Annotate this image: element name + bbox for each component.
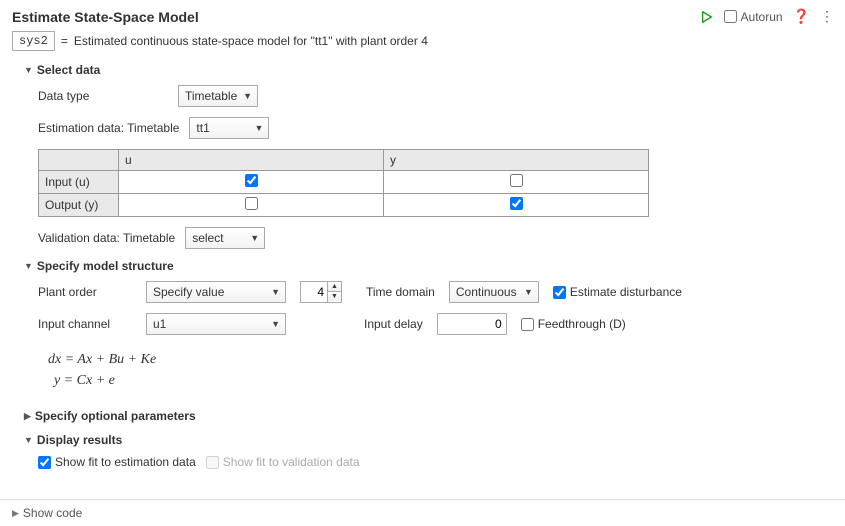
spinner-down-icon[interactable]: ▼ (328, 292, 341, 301)
triangle-down-icon: ▼ (24, 435, 33, 445)
output-y-checkbox[interactable] (510, 197, 523, 210)
spinner-up-icon[interactable]: ▲ (328, 282, 341, 292)
equation-y: y = Cx + e (48, 370, 833, 391)
data-type-select[interactable]: Timetable ▼ (178, 85, 258, 107)
input-delay-input[interactable] (437, 313, 507, 335)
equals-sign: = (61, 34, 68, 48)
input-channel-label: Input channel (38, 317, 132, 331)
triangle-down-icon: ▼ (24, 65, 33, 75)
run-icon[interactable] (700, 10, 714, 24)
section-header-display-results[interactable]: ▼ Display results (24, 433, 833, 447)
input-y-checkbox[interactable] (510, 174, 523, 187)
estimation-data-select[interactable]: tt1 ▼ (189, 117, 269, 139)
section-header-optional-params[interactable]: ▶ Specify optional parameters (24, 409, 833, 423)
show-fit-validation-input (206, 456, 219, 469)
time-domain-value: Continuous (456, 285, 517, 299)
show-code-toggle[interactable]: ▶ Show code (0, 500, 845, 526)
triangle-down-icon: ▼ (24, 261, 33, 271)
section-title: Display results (37, 433, 122, 447)
chevron-down-icon: ▼ (271, 287, 280, 297)
estimation-data-label: Estimation data: Timetable (38, 121, 179, 135)
show-fit-estimation-checkbox[interactable]: Show fit to estimation data (38, 455, 196, 469)
table-row-output-label: Output (y) (39, 194, 119, 217)
triangle-right-icon: ▶ (24, 411, 31, 422)
chevron-down-icon: ▼ (254, 123, 263, 133)
input-channel-select[interactable]: u1 ▼ (146, 313, 286, 335)
assignment-description: Estimated continuous state-space model f… (74, 34, 428, 48)
section-header-select-data[interactable]: ▼ Select data (24, 63, 833, 77)
output-u-checkbox[interactable] (245, 197, 258, 210)
state-space-equations: dx = Ax + Bu + Ke y = Cx + e (38, 345, 833, 399)
input-u-checkbox[interactable] (245, 174, 258, 187)
plant-order-input[interactable] (300, 281, 328, 303)
autorun-label: Autorun (741, 10, 783, 24)
validation-data-label: Validation data: Timetable (38, 231, 175, 245)
input-delay-label: Input delay (364, 317, 423, 331)
chevron-down-icon: ▼ (250, 233, 259, 243)
estimate-disturbance-input[interactable] (553, 286, 566, 299)
estimate-disturbance-checkbox[interactable]: Estimate disturbance (553, 285, 682, 299)
section-title: Specify optional parameters (35, 409, 196, 423)
data-type-label: Data type (38, 89, 168, 103)
show-code-label: Show code (23, 506, 82, 520)
time-domain-select[interactable]: Continuous ▼ (449, 281, 539, 303)
chevron-down-icon: ▼ (524, 287, 533, 297)
table-row-input-label: Input (u) (39, 171, 119, 194)
section-header-model-structure[interactable]: ▼ Specify model structure (24, 259, 833, 273)
table-corner (39, 150, 119, 171)
estimate-disturbance-label: Estimate disturbance (570, 285, 682, 299)
table-col-u: u (119, 150, 384, 171)
section-title: Specify model structure (37, 259, 174, 273)
output-variable-box[interactable]: sys2 (12, 31, 55, 51)
plant-order-mode-select[interactable]: Specify value ▼ (146, 281, 286, 303)
feedthrough-label: Feedthrough (D) (538, 317, 626, 331)
io-table: u y Input (u) Output (y) (38, 149, 649, 217)
estimation-data-value: tt1 (196, 121, 209, 135)
chevron-down-icon: ▼ (243, 91, 252, 101)
autorun-checkbox[interactable]: Autorun (724, 10, 783, 24)
input-channel-value: u1 (153, 317, 166, 331)
plant-order-label: Plant order (38, 285, 132, 299)
show-fit-estimation-input[interactable] (38, 456, 51, 469)
autorun-checkbox-input[interactable] (724, 10, 737, 23)
chevron-down-icon: ▼ (271, 319, 280, 329)
help-icon[interactable]: ❓ (793, 8, 810, 25)
table-col-y: y (384, 150, 649, 171)
validation-data-value: select (192, 231, 223, 245)
feedthrough-checkbox[interactable]: Feedthrough (D) (521, 317, 626, 331)
time-domain-label: Time domain (366, 285, 435, 299)
plant-order-spinner[interactable]: ▲ ▼ (300, 281, 342, 303)
equation-dx: dx = Ax + Bu + Ke (48, 349, 833, 370)
plant-order-mode-value: Specify value (153, 285, 224, 299)
show-fit-validation-checkbox: Show fit to validation data (206, 455, 360, 469)
validation-data-select[interactable]: select ▼ (185, 227, 265, 249)
kebab-menu-icon[interactable]: ⋮ (820, 8, 833, 25)
data-type-value: Timetable (185, 89, 237, 103)
page-title: Estimate State-Space Model (12, 9, 199, 25)
show-fit-estimation-label: Show fit to estimation data (55, 455, 196, 469)
section-title: Select data (37, 63, 100, 77)
show-fit-validation-label: Show fit to validation data (223, 455, 360, 469)
feedthrough-input[interactable] (521, 318, 534, 331)
